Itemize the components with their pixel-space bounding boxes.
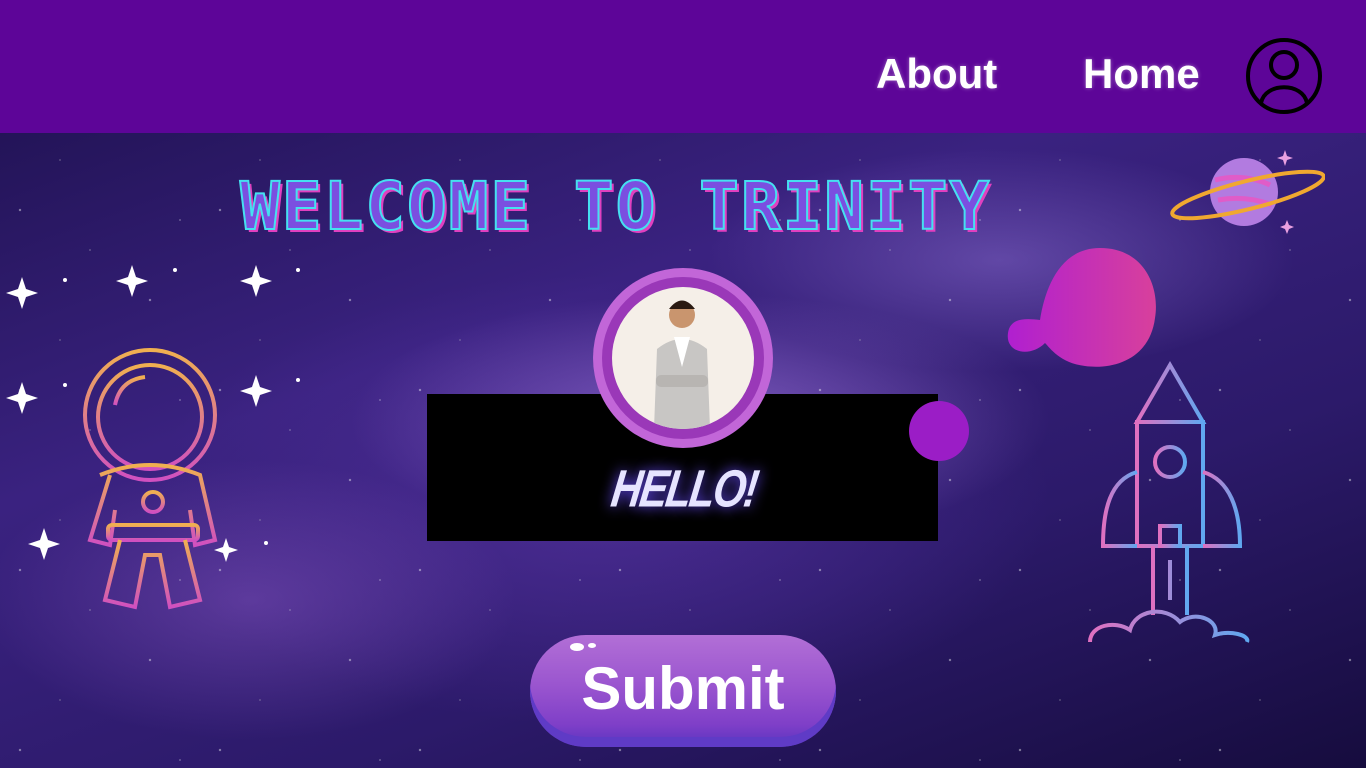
user-circle-icon[interactable] [1245,37,1323,115]
planet-icon [1170,150,1325,234]
blob-shape [1007,248,1156,367]
welcome-title: WELCOME TO TRINITY [239,167,992,246]
rocket-icon [1037,361,1307,647]
profile-avatar [593,268,773,448]
accent-dot [909,401,969,461]
submit-button[interactable]: Submit [530,635,836,747]
nav-home-link[interactable]: Home [1083,50,1200,98]
profile-photo [612,287,754,429]
top-navbar: About Home [0,0,1366,133]
nav-about-link[interactable]: About [876,50,997,98]
submit-label: Submit [581,654,785,722]
sparkles-icon [6,265,300,562]
greeting-text: HELLO! [607,459,761,518]
